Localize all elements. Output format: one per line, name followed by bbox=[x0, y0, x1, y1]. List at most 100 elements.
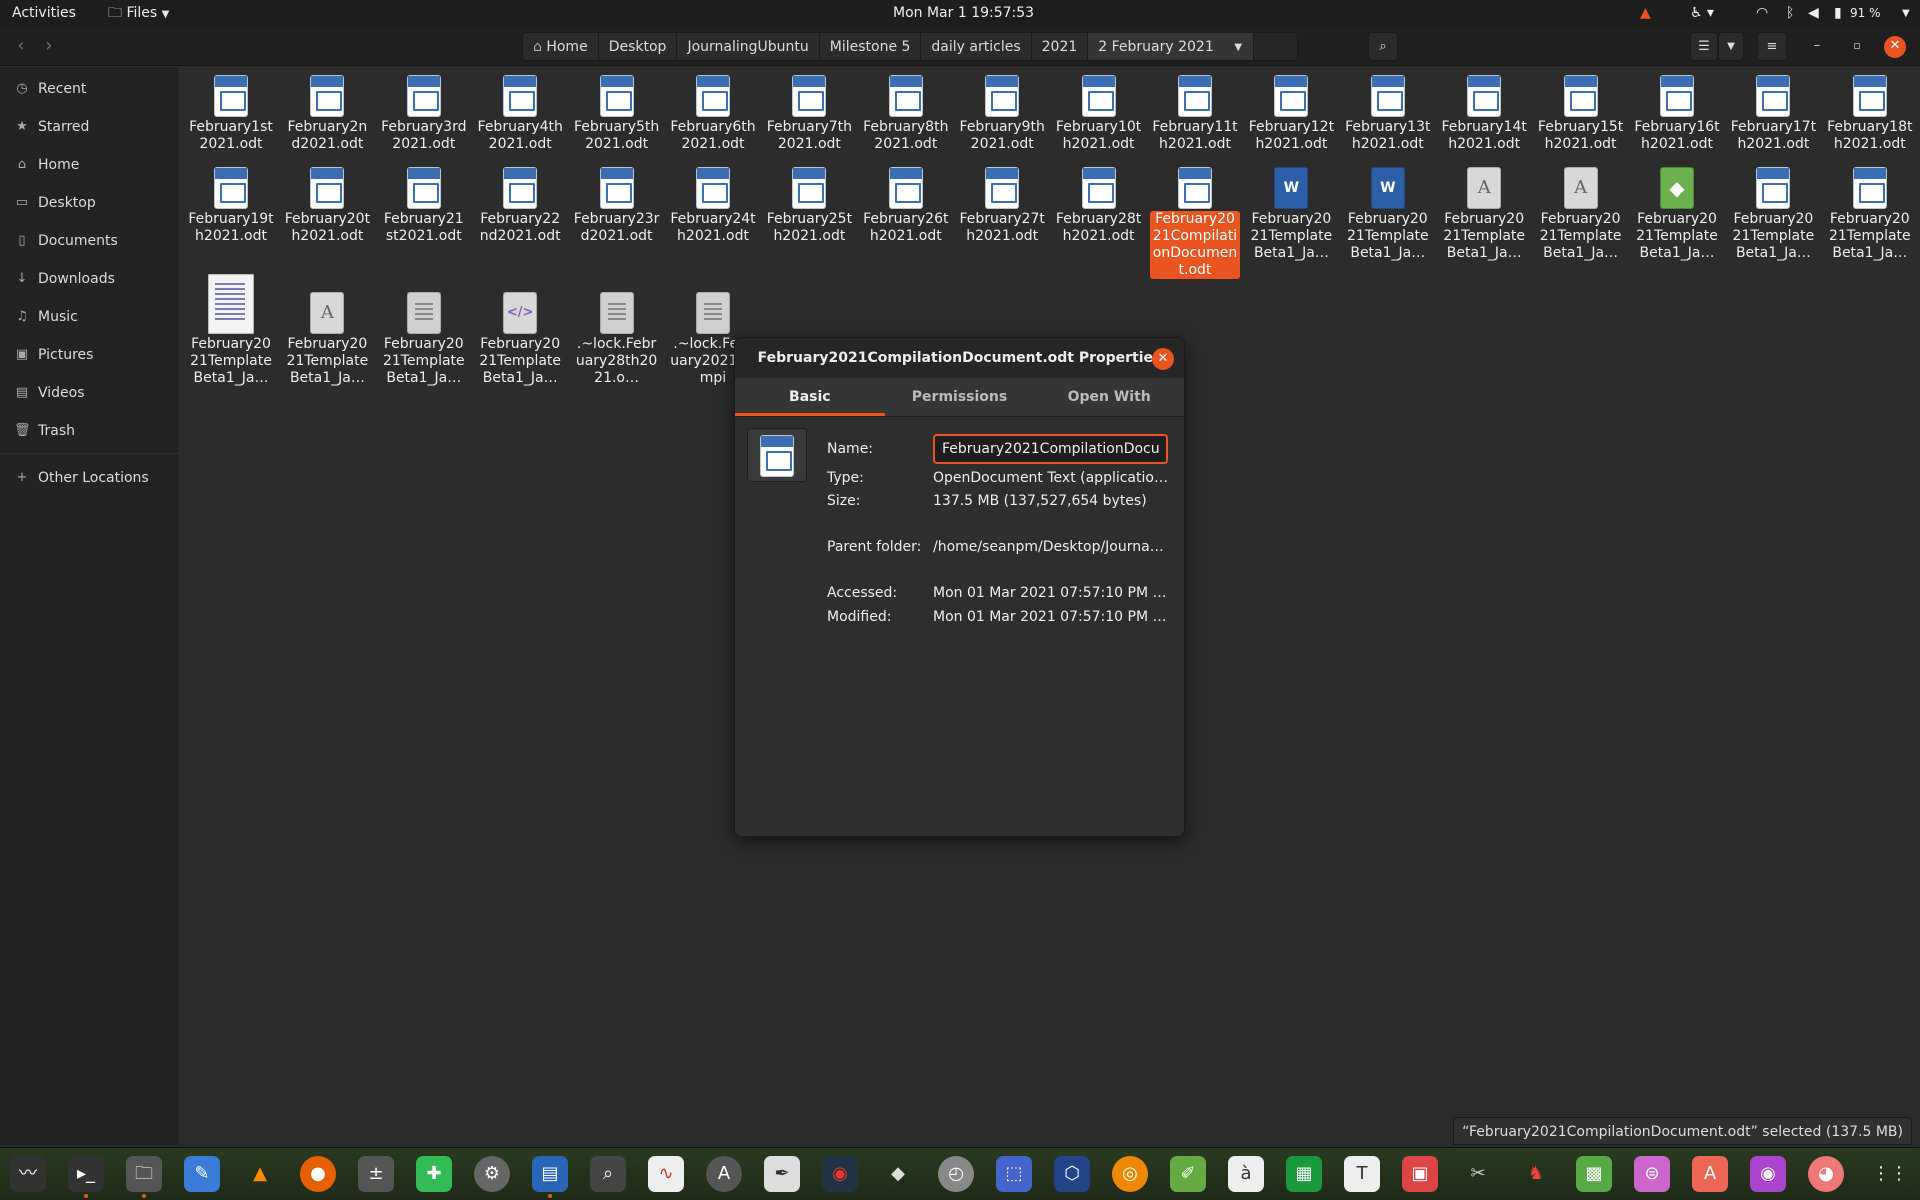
sidebar-item-trash[interactable]: 🗑 Trash bbox=[0, 416, 178, 446]
maximize-button[interactable]: ▫ bbox=[1845, 32, 1869, 61]
file-item[interactable]: February2021TemplateBeta1_Ja… bbox=[379, 274, 469, 387]
sidebar-item-home[interactable]: ⌂ Home bbox=[0, 150, 178, 180]
image-editor-icon[interactable]: ✐ bbox=[1170, 1156, 1206, 1192]
text-editor-icon[interactable]: ✎ bbox=[184, 1156, 220, 1192]
file-item[interactable]: February5th2021.odt bbox=[572, 75, 662, 153]
crumb-2021[interactable]: 2021 bbox=[1030, 32, 1088, 61]
character-map-icon[interactable]: à bbox=[1228, 1156, 1264, 1192]
clock[interactable]: Mon Mar 1 19:57:53 bbox=[893, 0, 1034, 27]
blender-icon[interactable]: ◎ bbox=[1112, 1156, 1148, 1192]
tab-basic[interactable]: Basic bbox=[735, 378, 885, 416]
sidebar-item-videos[interactable]: ▤ Videos bbox=[0, 378, 178, 408]
drawing-icon[interactable]: ✒ bbox=[764, 1156, 800, 1192]
crumb-home[interactable]: ⌂ Home bbox=[522, 32, 598, 61]
file-item[interactable]: February19th2021.odt bbox=[186, 167, 276, 245]
calc-icon[interactable]: ▦ bbox=[1286, 1156, 1322, 1192]
battery-icon[interactable]: ▮ bbox=[1834, 0, 1842, 27]
file-item[interactable]: February1st2021.odt bbox=[186, 75, 276, 153]
chevron-down-icon[interactable]: ▼ bbox=[1223, 32, 1254, 61]
file-item[interactable]: February2021TemplateBeta1_Ja… bbox=[1728, 167, 1818, 262]
show-apps-icon[interactable]: ⋮⋮ bbox=[1872, 1156, 1908, 1192]
sidebar-item-pictures[interactable]: ▣ Pictures bbox=[0, 340, 178, 370]
file-item[interactable]: February21st2021.odt bbox=[379, 167, 469, 245]
vlc-tray-icon[interactable]: ▲ bbox=[1640, 0, 1651, 27]
file-item[interactable]: ◆ February2021TemplateBeta1_Ja… bbox=[1632, 167, 1722, 262]
settings-icon[interactable]: ⚙ bbox=[474, 1156, 510, 1192]
crumb-journaling[interactable]: JournalingUbuntu bbox=[676, 32, 819, 61]
view-options-button[interactable]: ▼ bbox=[1718, 32, 1744, 61]
inkscape-icon[interactable]: A bbox=[706, 1156, 742, 1192]
bluetooth-icon[interactable]: ᛒ bbox=[1786, 0, 1794, 27]
tweaks-icon[interactable]: ⊜ bbox=[1634, 1156, 1670, 1192]
file-item[interactable]: February14th2021.odt bbox=[1439, 75, 1529, 153]
system-monitor-icon[interactable]: 〰 bbox=[10, 1156, 46, 1192]
file-item[interactable]: February15th2021.odt bbox=[1536, 75, 1626, 153]
file-item[interactable]: W February2021TemplateBeta1_Ja… bbox=[1343, 167, 1433, 262]
file-item[interactable]: February16th2021.odt bbox=[1632, 75, 1722, 153]
screenshot-icon[interactable]: ⬚ bbox=[996, 1156, 1032, 1192]
list-view-button[interactable]: ☰ bbox=[1690, 32, 1718, 61]
files-icon[interactable]: 🗀 bbox=[126, 1156, 162, 1198]
audio-editor-icon[interactable]: ∿ bbox=[648, 1156, 684, 1192]
search-button[interactable]: ⌕ bbox=[1368, 32, 1398, 61]
writer-icon[interactable]: ▤ bbox=[532, 1156, 568, 1198]
file-item[interactable]: February28th2021.odt bbox=[1054, 167, 1144, 245]
sidebar-item-desktop[interactable]: ▭ Desktop bbox=[0, 188, 178, 218]
file-item[interactable]: February6th2021.odt bbox=[668, 75, 758, 153]
name-field[interactable] bbox=[933, 434, 1168, 464]
file-type-icon-button[interactable] bbox=[747, 428, 807, 482]
clock-app-icon[interactable]: ◴ bbox=[938, 1156, 974, 1192]
file-item[interactable]: February13th2021.odt bbox=[1343, 75, 1433, 153]
typora-icon[interactable]: T bbox=[1344, 1156, 1380, 1192]
back-button[interactable]: ‹ bbox=[8, 35, 34, 59]
file-item[interactable]: February23rd2021.odt bbox=[572, 167, 662, 245]
crumb-daily-articles[interactable]: daily articles bbox=[920, 32, 1031, 61]
wifi-icon[interactable]: ◠ bbox=[1756, 0, 1768, 27]
file-item[interactable]: February22nd2021.odt bbox=[475, 167, 565, 245]
firefox-icon[interactable]: ● bbox=[300, 1156, 336, 1192]
impress-icon[interactable]: ▣ bbox=[1402, 1156, 1438, 1192]
file-item[interactable]: </> February2021TemplateBeta1_Ja… bbox=[475, 274, 565, 387]
gimp-icon[interactable]: ✂ bbox=[1460, 1156, 1496, 1192]
sidebar-item-music[interactable]: ♫ Music bbox=[0, 302, 178, 332]
tab-open-with[interactable]: Open With bbox=[1034, 378, 1184, 416]
minecraft-icon[interactable]: ▩ bbox=[1576, 1156, 1612, 1192]
file-item[interactable]: February12th2021.odt bbox=[1246, 75, 1336, 153]
system-menu-chevron-icon[interactable]: ▼ bbox=[1902, 0, 1910, 27]
file-item[interactable]: February20th2021.odt bbox=[282, 167, 372, 245]
file-item[interactable]: February2021TemplateBeta1_Ja… bbox=[1825, 167, 1915, 262]
terminal-icon[interactable]: ▸_ bbox=[68, 1156, 104, 1198]
crumb-milestone[interactable]: Milestone 5 bbox=[818, 32, 921, 61]
volume-icon[interactable]: ◀ bbox=[1808, 0, 1819, 27]
file-item[interactable]: .~lock.February28th2021.o… bbox=[572, 274, 662, 387]
vlc-icon[interactable]: ▲ bbox=[242, 1156, 278, 1192]
file-item[interactable]: February24th2021.odt bbox=[668, 167, 758, 245]
close-window-button[interactable]: ✕ bbox=[1884, 36, 1906, 58]
stream-icon[interactable]: ◉ bbox=[822, 1156, 858, 1192]
file-item[interactable]: February25th2021.odt bbox=[764, 167, 854, 245]
game-icon[interactable]: ♞ bbox=[1518, 1156, 1554, 1192]
dialog-close-button[interactable]: ✕ bbox=[1152, 348, 1174, 370]
sidebar-item-starred[interactable]: ★ Starred bbox=[0, 112, 178, 142]
software-center-icon[interactable]: A bbox=[1692, 1156, 1728, 1192]
accessibility-icon[interactable]: ♿ ▾ bbox=[1690, 0, 1714, 27]
menu-button[interactable]: ≡ bbox=[1757, 32, 1787, 61]
crumb-current-folder[interactable]: 2 February 2021 bbox=[1087, 32, 1224, 61]
file-item[interactable]: February4th2021.odt bbox=[475, 75, 565, 153]
virtualbox-icon[interactable]: ⬡ bbox=[1054, 1156, 1090, 1192]
file-item[interactable]: February2021TemplateBeta1_Ja… bbox=[186, 274, 276, 387]
sidebar-item-recent[interactable]: ◷ Recent bbox=[0, 74, 178, 104]
pie-chart-icon[interactable]: ◕ bbox=[1808, 1156, 1844, 1192]
activities-button[interactable]: Activities bbox=[12, 0, 76, 27]
file-item-selected[interactable]: February2021CompilationDocument.odt bbox=[1150, 167, 1240, 279]
file-item[interactable]: February11th2021.odt bbox=[1150, 75, 1240, 153]
puzzle-icon[interactable]: ✚ bbox=[416, 1156, 452, 1192]
forward-button[interactable]: › bbox=[36, 35, 62, 59]
file-item[interactable]: February17th2021.odt bbox=[1728, 75, 1818, 153]
camera-icon[interactable]: ◉ bbox=[1750, 1156, 1786, 1192]
file-item[interactable]: February3rd2021.odt bbox=[379, 75, 469, 153]
file-item[interactable]: A February2021TemplateBeta1_Ja… bbox=[282, 274, 372, 387]
file-item[interactable]: W February2021TemplateBeta1_Ja… bbox=[1246, 167, 1336, 262]
crumb-desktop[interactable]: Desktop bbox=[597, 32, 677, 61]
sidebar-item-downloads[interactable]: ↓ Downloads bbox=[0, 264, 178, 294]
